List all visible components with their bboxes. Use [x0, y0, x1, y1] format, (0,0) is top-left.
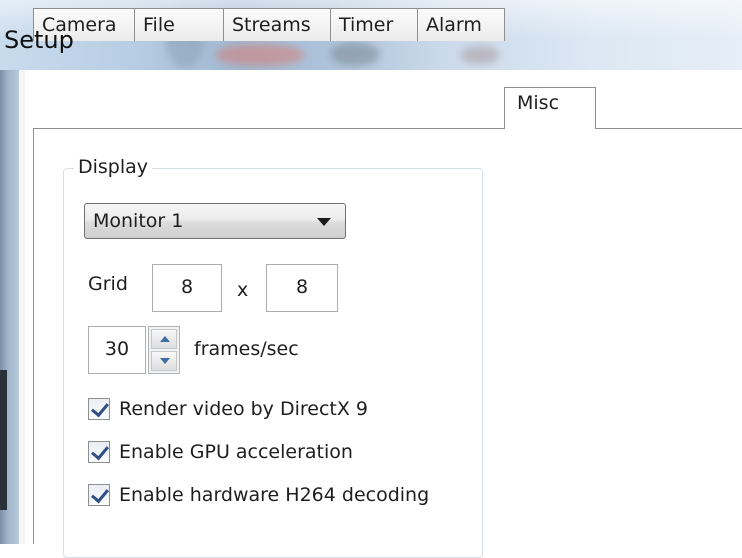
grid-separator: x — [237, 279, 249, 301]
arrow-down-icon — [160, 358, 170, 364]
checkmark-icon — [91, 441, 109, 461]
tab-baseline — [33, 128, 742, 129]
checkbox[interactable] — [88, 484, 110, 506]
checkmark-icon — [91, 484, 109, 504]
checkbox[interactable] — [88, 398, 110, 420]
monitor-select-value: Monitor 1 — [93, 210, 184, 232]
tab-label: Streams — [232, 14, 311, 36]
tab-label: File — [143, 14, 175, 36]
blurred-background — [215, 44, 305, 66]
fps-increment-button[interactable] — [151, 329, 177, 349]
tab-streams[interactable]: Streams — [223, 8, 331, 41]
window-frame-left — [0, 70, 19, 544]
tab-label: Misc — [517, 92, 560, 114]
fps-spinner — [148, 326, 180, 374]
tab-timer[interactable]: Timer — [330, 8, 418, 41]
grid-cols-input[interactable]: 8 — [152, 264, 222, 312]
display-group-label: Display — [74, 156, 153, 178]
checkbox-label: Enable GPU acceleration — [119, 441, 353, 463]
grid-rows-input[interactable]: 8 — [266, 264, 338, 312]
checkmark-icon — [91, 398, 109, 418]
tab-misc[interactable]: Misc — [504, 87, 596, 129]
blurred-background — [330, 42, 380, 66]
checkbox-label: Render video by DirectX 9 — [119, 398, 368, 420]
blurred-background — [460, 46, 500, 64]
tab-panel-border — [33, 128, 34, 544]
chevron-down-icon — [317, 218, 331, 226]
monitor-select[interactable]: Monitor 1 — [84, 203, 346, 239]
arrow-up-icon — [160, 336, 170, 342]
checkbox-label: Enable hardware H264 decoding — [119, 484, 430, 506]
tab-label: Timer — [339, 14, 394, 36]
grid-label: Grid — [88, 273, 128, 295]
checkbox[interactable] — [88, 441, 110, 463]
tab-file[interactable]: File — [134, 8, 224, 41]
tab-alarm[interactable]: Alarm — [417, 8, 505, 41]
window-title: Setup — [4, 26, 74, 54]
fps-input[interactable]: 30 — [88, 326, 146, 374]
tab-label: Alarm — [426, 14, 482, 36]
fps-decrement-button[interactable] — [151, 351, 177, 371]
fps-unit-label: frames/sec — [194, 338, 299, 360]
